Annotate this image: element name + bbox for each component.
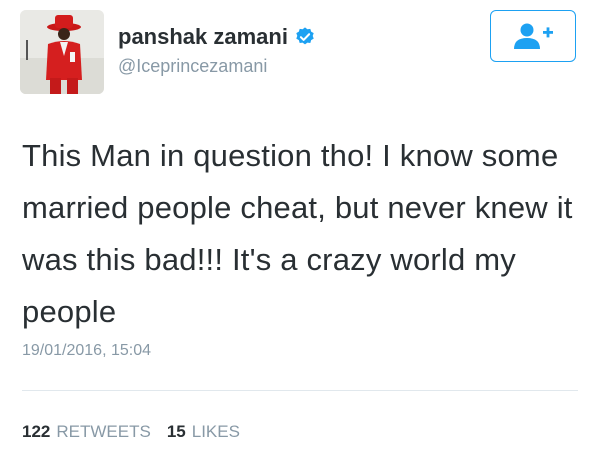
avatar[interactable] <box>20 10 104 94</box>
likes-count: 15 <box>166 422 186 441</box>
user-fullname[interactable]: panshak zamani <box>118 24 288 50</box>
divider <box>22 390 578 391</box>
likes-label: LIKES <box>191 422 240 441</box>
retweets-stat[interactable]: 122 RETWEETS <box>22 422 151 442</box>
tweet-text: This Man in question tho! I know some ma… <box>22 138 573 329</box>
avatar-image <box>20 10 104 94</box>
tweet-stats: 122 RETWEETS 15 LIKES <box>22 422 240 442</box>
fullname-row: panshak zamani <box>118 22 316 52</box>
user-username[interactable]: @Iceprincezamani <box>118 56 316 77</box>
retweets-label: RETWEETS <box>56 422 151 441</box>
add-user-icon <box>514 23 553 49</box>
follow-button[interactable] <box>490 10 576 62</box>
tweet-timestamp[interactable]: 19/01/2016, 15:04 <box>22 342 151 360</box>
tweet-card: panshak zamani @Iceprincezamani This Man… <box>0 0 600 468</box>
retweets-count: 122 <box>22 422 51 441</box>
verified-badge-icon <box>294 26 316 48</box>
user-header: panshak zamani @Iceprincezamani <box>118 22 316 77</box>
likes-stat[interactable]: 15 LIKES <box>167 422 240 442</box>
